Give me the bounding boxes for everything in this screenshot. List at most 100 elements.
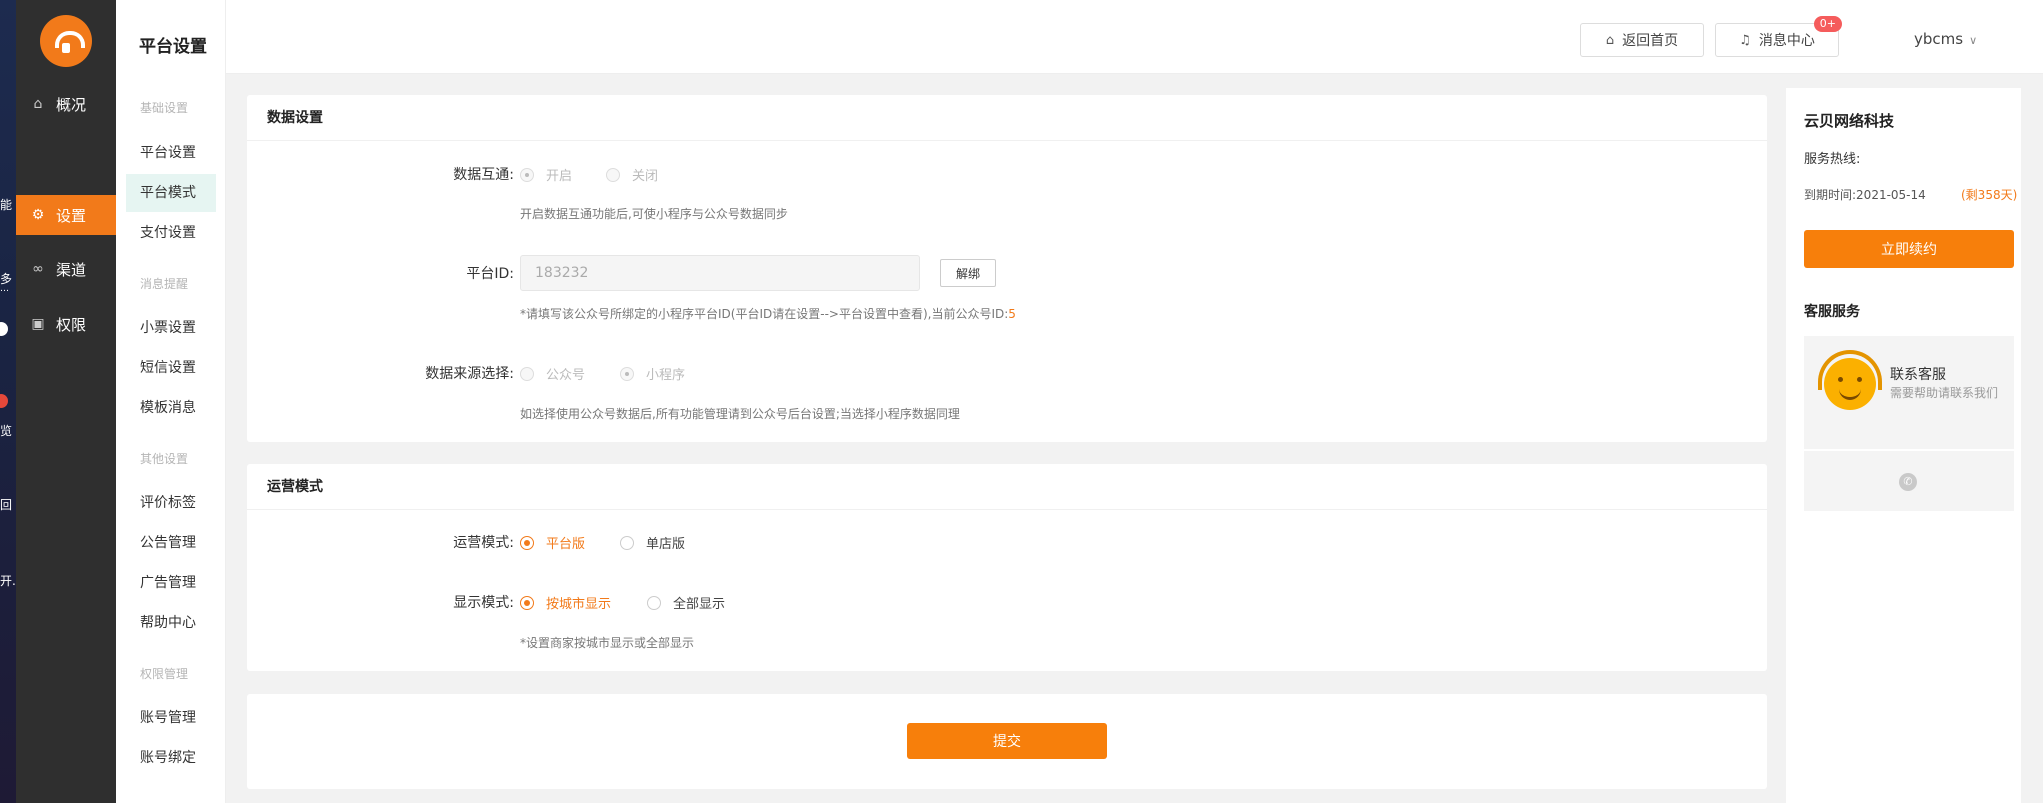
home-icon: ⌂ — [1605, 32, 1615, 48]
interop-on-radio[interactable]: 开启 — [520, 165, 572, 184]
platform-id-hint-text: *请填写该公众号所绑定的小程序平台ID(平台ID请在设置-->平台设置中查看),… — [520, 307, 1009, 321]
right-panel: 云贝网络科技 服务热线: 到期时间:2021-05-14 (剩358天) 立即续… — [1786, 88, 2021, 803]
messages-button[interactable]: ♫ 消息中心 0+ — [1715, 16, 1842, 57]
radio-circle — [520, 595, 534, 610]
desktop-label: 回 — [0, 498, 13, 512]
data-settings-card: 数据设置 数据互通: 开启 关闭 开启数据互通功能后,可使小程序与公众号数据同步… — [247, 95, 1767, 442]
desktop-app-icon[interactable] — [0, 394, 8, 408]
radio-label: 按城市显示 — [546, 597, 612, 612]
sub-item-platform-mode[interactable]: 平台模式 — [126, 174, 216, 212]
messages-badge: 0+ — [1813, 16, 1842, 32]
radio-circle — [620, 366, 634, 381]
display-mode-label: 显示模式: — [453, 595, 514, 611]
sub-item-notice-manage[interactable]: 公告管理 — [126, 524, 216, 562]
contact-subtitle: 需要帮助请联系我们 — [1890, 386, 1999, 400]
nav-item-label: 设置 — [56, 206, 87, 225]
nav-item-permissions[interactable]: ▣ 权限 — [16, 304, 116, 344]
chevron-down-icon: ∨ — [1969, 34, 1978, 47]
sub-group-perm: 权限管理 — [140, 667, 189, 681]
radio-circle — [606, 167, 620, 182]
platform-id-label: 平台ID: — [466, 266, 514, 282]
sub-item-help-center[interactable]: 帮助中心 — [126, 604, 216, 642]
sub-item-template-message[interactable]: 模板消息 — [126, 389, 216, 427]
source-miniprogram-radio[interactable]: 小程序 — [620, 364, 685, 383]
mode-single-radio[interactable]: 单店版 — [620, 533, 685, 552]
nav-item-overview[interactable]: ⌂ 概况 — [16, 84, 116, 124]
desktop-label: … — [0, 284, 9, 294]
username: ybcms — [1914, 30, 1964, 48]
desktop-label: 览 — [0, 424, 13, 438]
page-title: 平台设置 — [139, 37, 207, 57]
submit-button[interactable]: 提交 — [907, 723, 1107, 759]
display-mode-hint: *设置商家按城市显示或全部显示 — [520, 636, 695, 650]
messages-button-label: 消息中心 — [1758, 33, 1815, 49]
home-button[interactable]: ⌂ 返回首页 — [1580, 23, 1704, 57]
gear-icon: ⚙ — [31, 207, 45, 223]
sub-item-ticket-settings[interactable]: 小票设置 — [126, 309, 216, 347]
sub-group-notify: 消息提醒 — [140, 277, 189, 291]
radio-circle — [620, 535, 634, 550]
sub-item-platform-settings[interactable]: 平台设置 — [126, 134, 216, 172]
radio-label: 平台版 — [546, 537, 586, 552]
sub-item-sms-settings[interactable]: 短信设置 — [126, 349, 216, 387]
sub-item-payment-settings[interactable]: 支付设置 — [126, 214, 216, 252]
lock-icon: ▣ — [31, 316, 45, 332]
platform-id-input[interactable] — [520, 255, 920, 291]
sub-group-other: 其他设置 — [140, 452, 189, 466]
radio-label: 全部显示 — [673, 597, 726, 612]
days-left: (剩358天) — [1961, 188, 2018, 202]
mode-platform-radio[interactable]: 平台版 — [520, 533, 585, 552]
app-root: 能 多 … 览 回 开. ⌂ 概况 ⚙ 设置 ∞ 渠道 ▣ 权限 平台设置 基础… — [0, 0, 2043, 803]
display-city-radio[interactable]: 按城市显示 — [520, 593, 611, 612]
contact-title: 联系客服 — [1890, 367, 1946, 383]
sub-item-account-manage[interactable]: 账号管理 — [126, 699, 216, 737]
service-title: 客服服务 — [1804, 304, 1860, 320]
top-header: ⌂ 返回首页 ♫ 消息中心 0+ ybcms ∨ — [226, 0, 2043, 74]
link-icon: ∞ — [32, 261, 44, 277]
platform-id-hint: *请填写该公众号所绑定的小程序平台ID(平台ID请在设置-->平台设置中查看),… — [520, 305, 1016, 322]
radio-circle — [647, 595, 661, 610]
bell-icon: ♫ — [1739, 32, 1751, 48]
sub-item-review-tags[interactable]: 评价标签 — [126, 484, 216, 522]
operation-mode-card: 运营模式 运营模式: 平台版 单店版 显示模式: 按城市显示 全部显示 *设置商… — [247, 464, 1767, 671]
user-menu[interactable]: ybcms ∨ — [1914, 30, 1977, 48]
desktop-strip: 能 多 … 览 回 开. — [0, 0, 16, 803]
sub-item-ad-manage[interactable]: 广告管理 — [126, 564, 216, 602]
radio-label: 小程序 — [646, 368, 686, 383]
desktop-label: 能 — [0, 198, 13, 212]
expire-date: 到期时间:2021-05-14 — [1804, 188, 1926, 202]
contact-service-box[interactable]: 联系客服 需要帮助请联系我们 — [1804, 336, 2014, 449]
home-icon: ⌂ — [33, 96, 43, 112]
phone-icon: ✆ — [1899, 473, 1917, 491]
nav-item-settings[interactable]: ⚙ 设置 — [16, 195, 116, 235]
hotline-label: 服务热线: — [1804, 152, 1861, 167]
current-account-id: 5 — [1008, 307, 1016, 321]
operation-mode-label: 运营模式: — [453, 535, 514, 551]
home-button-label: 返回首页 — [1622, 33, 1679, 49]
radio-label: 公众号 — [546, 368, 586, 383]
radio-circle — [520, 167, 534, 182]
radio-circle — [520, 366, 534, 381]
phone-box[interactable]: ✆ — [1804, 451, 2014, 511]
radio-label: 关闭 — [632, 169, 659, 184]
nav-item-channels[interactable]: ∞ 渠道 — [16, 249, 116, 289]
data-source-hint: 如选择使用公众号数据后,所有功能管理请到公众号后台设置;当选择小程序数据同理 — [520, 407, 960, 421]
radio-circle — [520, 535, 534, 550]
main-nav: ⌂ 概况 ⚙ 设置 ∞ 渠道 ▣ 权限 — [16, 0, 116, 803]
source-official-radio[interactable]: 公众号 — [520, 364, 585, 383]
display-all-radio[interactable]: 全部显示 — [647, 593, 725, 612]
data-source-label: 数据来源选择: — [425, 366, 514, 382]
sub-group-basic: 基础设置 — [140, 101, 189, 115]
sub-item-account-bind[interactable]: 账号绑定 — [126, 739, 216, 777]
nav-item-label: 概况 — [56, 95, 87, 114]
radio-label: 开启 — [546, 169, 573, 184]
interop-off-radio[interactable]: 关闭 — [606, 165, 658, 184]
renew-button[interactable]: 立即续约 — [1804, 230, 2014, 268]
radio-label: 单店版 — [646, 537, 686, 552]
interop-hint: 开启数据互通功能后,可使小程序与公众号数据同步 — [520, 207, 788, 221]
desktop-label: 开. — [0, 574, 16, 588]
desktop-app-icon[interactable] — [0, 322, 8, 336]
logo-icon[interactable] — [40, 15, 92, 67]
card-title: 数据设置 — [247, 95, 1767, 141]
unbind-button[interactable]: 解绑 — [940, 259, 996, 287]
